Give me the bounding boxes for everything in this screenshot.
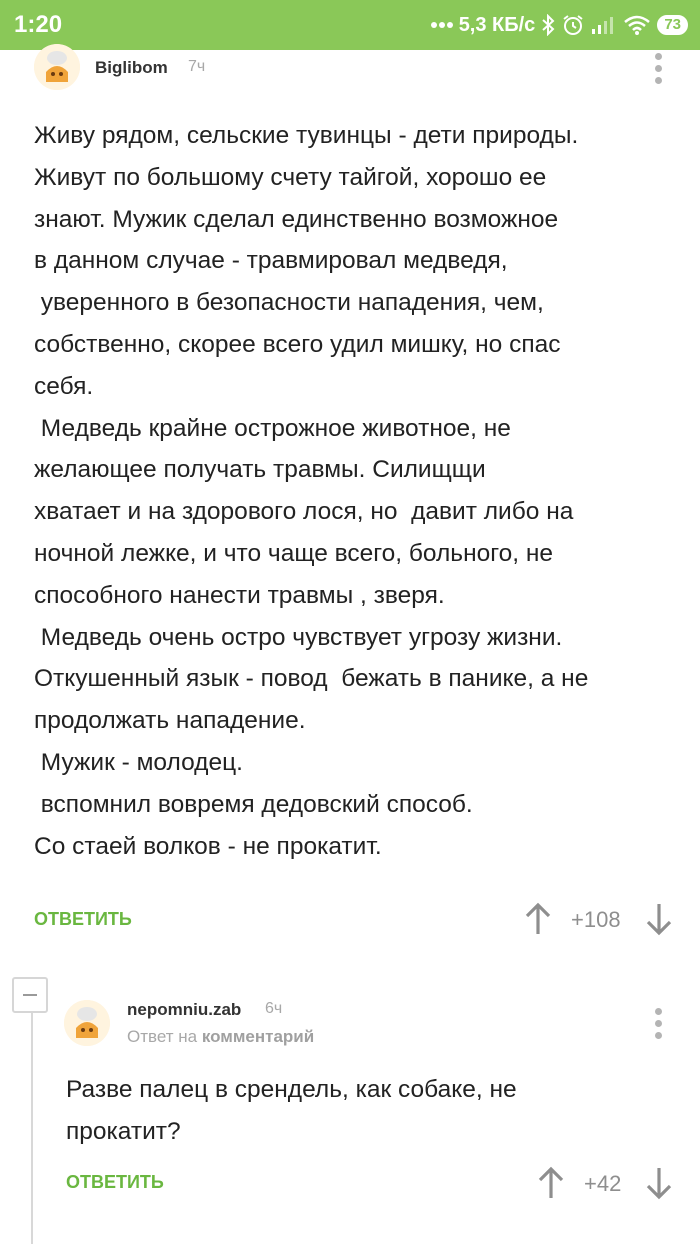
comment-body: Разве палец в срендель, как собаке, не п… bbox=[66, 1076, 517, 1145]
comment-username[interactable]: nepomniu.zab bbox=[127, 1000, 241, 1020]
alarm-icon bbox=[561, 13, 585, 37]
battery-icon: 73 bbox=[657, 15, 688, 35]
avatar[interactable] bbox=[34, 44, 80, 90]
reply-button[interactable]: ОТВЕТИТЬ bbox=[66, 1172, 164, 1193]
reply-to-prefix: Ответ на bbox=[127, 1027, 198, 1046]
status-time: 1:20 bbox=[14, 11, 63, 38]
comment-rating: +42 bbox=[584, 1171, 622, 1196]
comment-body: Живу рядом, сельские тувинцы - дети прир… bbox=[34, 122, 589, 860]
comment-time: 7ч bbox=[188, 58, 206, 75]
arrow-up-icon[interactable] bbox=[525, 902, 551, 941]
avatar-chef-icon bbox=[34, 44, 80, 90]
avatar[interactable] bbox=[64, 1000, 110, 1046]
comment-username[interactable]: Biglibom bbox=[95, 58, 168, 78]
more-vert-icon[interactable] bbox=[655, 1008, 663, 1044]
status-bar: 1:20 5,3 КБ/с 73 bbox=[0, 0, 700, 50]
status-icons: 5,3 КБ/с 73 bbox=[430, 10, 688, 40]
collapse-icon[interactable] bbox=[12, 977, 48, 1013]
reply-to-link[interactable]: комментарий bbox=[202, 1027, 314, 1046]
arrow-down-icon[interactable] bbox=[646, 1166, 672, 1205]
signal-dots-icon bbox=[430, 21, 453, 29]
more-vert-icon[interactable] bbox=[655, 53, 663, 89]
comment-time: 6ч bbox=[265, 1000, 283, 1017]
thread-line bbox=[31, 1005, 33, 1244]
arrow-up-icon[interactable] bbox=[538, 1166, 564, 1205]
arrow-down-icon[interactable] bbox=[646, 902, 672, 941]
avatar-chef-icon bbox=[64, 1000, 110, 1046]
comment-rating: +108 bbox=[571, 907, 621, 932]
cell-signal-icon bbox=[591, 15, 617, 35]
bluetooth-icon bbox=[541, 14, 555, 36]
wifi-icon bbox=[623, 14, 651, 36]
reply-to[interactable]: Ответ на комментарий bbox=[127, 1027, 314, 1047]
reply-button[interactable]: ОТВЕТИТЬ bbox=[34, 909, 132, 930]
network-speed: 5,3 КБ/с bbox=[458, 13, 536, 36]
